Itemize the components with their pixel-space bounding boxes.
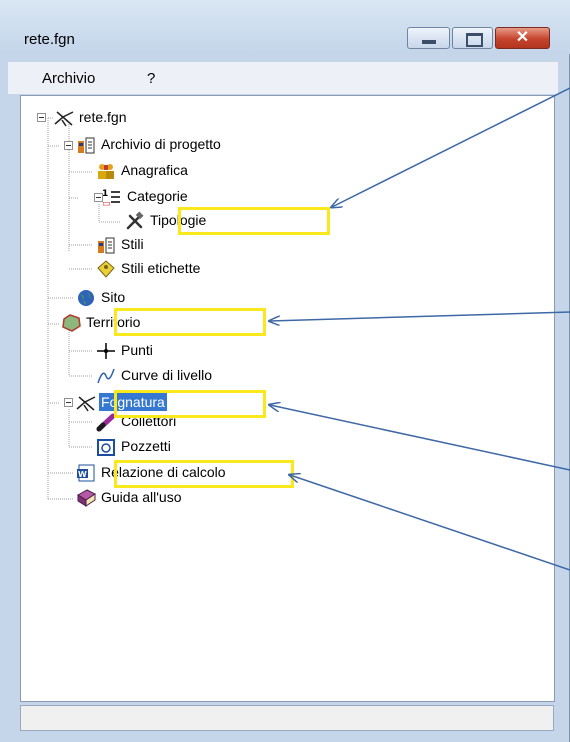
tree-label-sito: Sito — [101, 289, 126, 305]
close-button[interactable]: ✕ — [495, 27, 550, 49]
tree-label-pozzetti: Pozzetti — [121, 438, 171, 454]
highlight-territorio — [114, 308, 266, 336]
territory-polygon-icon — [62, 314, 81, 332]
manhole-icon — [97, 439, 115, 456]
tree-label-root: rete.fgn — [79, 109, 127, 125]
network-icon — [54, 111, 74, 127]
point-crosshair-icon — [97, 343, 115, 359]
status-bar — [20, 705, 554, 731]
collapse-fognatura-button[interactable] — [64, 398, 73, 407]
svg-text:▭: ▭ — [102, 199, 111, 207]
highlight-tipologie — [178, 207, 330, 235]
svg-text:1: 1 — [102, 189, 108, 199]
title-bar: rete.fgn ✕ — [0, 0, 570, 54]
collapse-root-button[interactable] — [37, 113, 46, 122]
tree-label-stili: Stili — [121, 236, 144, 252]
tree-label-curve: Curve di livello — [121, 367, 213, 383]
word-document-icon: W — [77, 464, 95, 482]
highlight-relazione — [114, 460, 294, 488]
tree-label-anagrafica: Anagrafica — [121, 162, 188, 178]
window-title: rete.fgn — [24, 31, 75, 48]
menu-help[interactable]: ? — [147, 70, 155, 87]
project-tree[interactable]: rete.fgn Archivio di progetto Anagrafica… — [20, 95, 555, 702]
tree-label-punti: Punti — [121, 342, 153, 358]
styles-icon — [98, 237, 115, 254]
tree-label-archivio: Archivio di progetto — [101, 136, 221, 152]
svg-text:W: W — [78, 470, 87, 479]
sewer-network-icon — [76, 396, 96, 412]
numbered-list-icon: 1▭ — [102, 189, 120, 207]
close-icon: ✕ — [515, 29, 530, 46]
menu-bar: Archivio ? — [8, 62, 558, 94]
project-archive-icon — [78, 137, 95, 154]
app-window: rete.fgn ✕ Archivio ? rete.fgn Archivio … — [0, 0, 570, 742]
tools-icon — [126, 211, 144, 230]
globe-icon — [78, 290, 94, 306]
menu-archivio[interactable]: Archivio — [42, 70, 95, 87]
highlight-fognatura — [114, 390, 266, 418]
contour-curve-icon — [97, 368, 115, 384]
maximize-icon — [466, 33, 483, 47]
collapse-archivio-button[interactable] — [64, 141, 73, 150]
tree-label-stili-etichette: Stili etichette — [121, 260, 201, 276]
minimize-button[interactable] — [407, 27, 450, 49]
minimize-icon — [422, 40, 436, 44]
help-book-icon — [77, 489, 96, 507]
label-tag-icon — [97, 260, 115, 278]
tree-label-guida: Guida all'uso — [101, 489, 182, 505]
people-icon — [98, 164, 114, 179]
maximize-button[interactable] — [452, 27, 493, 49]
tree-label-categorie: Categorie — [127, 188, 188, 204]
